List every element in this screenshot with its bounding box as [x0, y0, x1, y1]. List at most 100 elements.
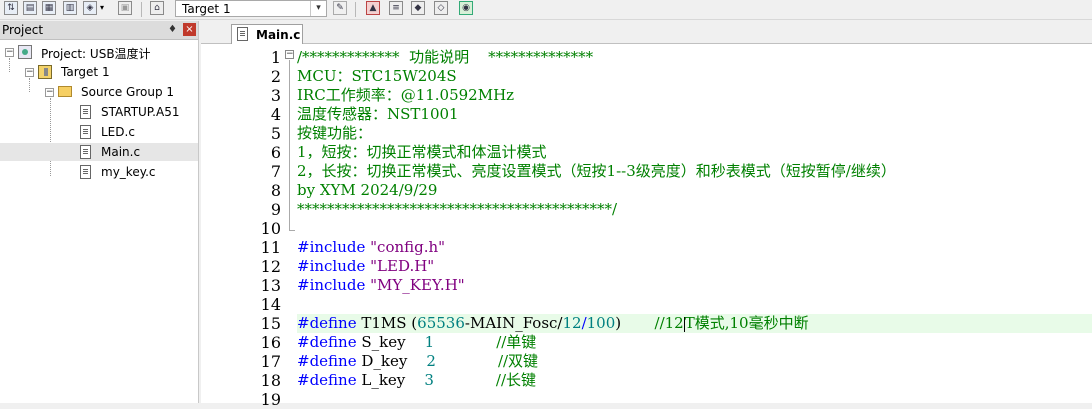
- line-number: 17: [260, 352, 281, 371]
- code-line: 温度传感器：NST1001: [297, 105, 1092, 124]
- collapse-icon[interactable]: −: [45, 88, 54, 97]
- code-line: by XYM 2024/9/29: [297, 181, 1092, 200]
- preprocessor-keyword: #define: [297, 371, 362, 389]
- number-literal: 65536: [417, 314, 465, 332]
- line-number: 6: [270, 143, 281, 162]
- file-icon: [80, 145, 91, 159]
- fold-guide: [289, 60, 290, 230]
- line-number: 19: [260, 390, 281, 409]
- comment-text: by XYM 2024/9/29: [297, 181, 438, 199]
- batch-build-icon[interactable]: ▥: [63, 1, 77, 15]
- tab-label: Main.c: [256, 28, 301, 42]
- load-dropdown-icon[interactable]: ▾: [100, 3, 104, 12]
- tree-item-label: Source Group 1: [81, 85, 175, 99]
- tree-item-project[interactable]: − Project: USB温度计: [0, 43, 198, 61]
- fold-guide-end: [289, 230, 295, 231]
- target-icon: [38, 65, 52, 79]
- comment-text: //单键: [496, 333, 537, 351]
- collapse-icon[interactable]: −: [25, 68, 34, 77]
- file-icon: [80, 165, 91, 179]
- target-options-icon[interactable]: ✎: [333, 1, 347, 15]
- download-icon[interactable]: ⌂: [150, 1, 164, 15]
- line-number: 3: [270, 86, 281, 105]
- manage-project-icon[interactable]: ▲: [366, 1, 380, 15]
- chevron-down-icon[interactable]: ▾: [310, 1, 326, 16]
- code-line: 1，短按：切换正常模式和体温计模式: [297, 143, 1092, 162]
- tree-item-label: my_key.c: [101, 165, 156, 179]
- code-line: 按键功能：: [297, 124, 1092, 143]
- translate-icon[interactable]: ⇅: [4, 1, 18, 15]
- file-icon: [237, 27, 248, 41]
- code-line: ****************************************…: [297, 200, 1092, 219]
- tree-item-file[interactable]: STARTUP.A51: [0, 103, 198, 121]
- folder-icon: [58, 86, 72, 97]
- tab-main-c[interactable]: Main.c: [231, 24, 303, 44]
- tree-item-file[interactable]: my_key.c: [0, 163, 198, 181]
- preprocessor-keyword: #include: [297, 276, 371, 294]
- comment-text: //12: [654, 314, 684, 332]
- project-panel-title: Project: [2, 23, 44, 37]
- line-number: 5: [270, 124, 281, 143]
- comment-text: 2，长按：切换正常模式、亮度设置模式（短按1--3级亮度）和秒表模式（短按暂停/…: [297, 162, 896, 180]
- line-number: 10: [260, 219, 281, 238]
- target-select[interactable]: Target 1 ▾: [175, 0, 327, 17]
- manage-runtime-icon[interactable]: ◉: [459, 1, 473, 15]
- code-line: #define L_key 3 //长键: [297, 371, 1092, 390]
- tree-item-file[interactable]: LED.c: [0, 123, 198, 141]
- file-icon: [80, 105, 91, 119]
- macro-name: D_key: [361, 352, 408, 370]
- toolbar-separator: [355, 2, 356, 17]
- target-select-value: Target 1: [182, 2, 231, 16]
- tree-item-label: LED.c: [101, 125, 135, 139]
- macro-name: T1MS (: [361, 314, 418, 332]
- file-icon: [80, 125, 91, 139]
- code-line: #include "config.h": [297, 238, 1092, 257]
- code-text-area[interactable]: /************* 功能说明 ************** MCU：S…: [297, 44, 1092, 403]
- comment-text: 1，短按：切换正常模式和体温计模式: [297, 143, 547, 161]
- line-number: 13: [260, 276, 281, 295]
- number-literal: 12: [562, 314, 582, 332]
- code-line: MCU：STC15W204S: [297, 67, 1092, 86]
- number-literal: 100: [586, 314, 616, 332]
- code-editor: Main.c 1 2 3 4 5 6 7 8 9 10 11 12 13 14 …: [201, 21, 1092, 409]
- macro-name: S_key: [361, 333, 406, 351]
- tree-item-label: Main.c: [101, 145, 141, 159]
- preprocessor-keyword: #define: [297, 333, 362, 351]
- build-icon[interactable]: ▤: [23, 1, 37, 15]
- preprocessor-keyword: #include: [297, 238, 371, 256]
- comment-text: IRC工作频率：@11.0592MHz: [297, 86, 515, 104]
- include-string: "config.h": [370, 238, 446, 256]
- file-extensions-icon[interactable]: ≡: [389, 1, 403, 15]
- comment-text: ****************************************…: [297, 200, 618, 218]
- number-literal: 1: [424, 333, 435, 351]
- project-panel: Project ♦ × − Project: USB温度计 − Target 1…: [0, 21, 199, 403]
- tab-strip: Main.c: [201, 21, 1092, 44]
- rebuild-icon[interactable]: ▦: [42, 1, 56, 15]
- tree-item-target[interactable]: − Target 1: [0, 63, 198, 81]
- line-number: 8: [270, 181, 281, 200]
- tree-item-source-group[interactable]: − Source Group 1: [0, 83, 198, 101]
- pack-installer-icon[interactable]: ◆: [411, 1, 425, 15]
- comment-text: //长键: [495, 371, 536, 389]
- project-icon: [18, 45, 32, 59]
- tree-item-file-selected[interactable]: Main.c: [0, 143, 198, 161]
- load-icon[interactable]: ◈: [83, 1, 97, 15]
- line-number: 16: [260, 333, 281, 352]
- pin-icon[interactable]: ♦: [168, 24, 177, 35]
- close-icon[interactable]: ×: [183, 23, 196, 36]
- line-number: 4: [270, 105, 281, 124]
- macro-name: L_key: [361, 371, 406, 389]
- fold-toggle-icon[interactable]: −: [285, 50, 294, 59]
- code-line: /************* 功能说明 **************: [297, 48, 1092, 67]
- tree-item-label: Target 1: [61, 65, 110, 79]
- line-number: 18: [260, 371, 281, 390]
- line-number: 7: [270, 162, 281, 181]
- stop-build-icon[interactable]: ▣: [118, 1, 132, 15]
- comment-text: 按键功能：: [297, 124, 373, 142]
- select-packs-icon[interactable]: ◇: [434, 1, 448, 15]
- collapse-icon[interactable]: −: [5, 48, 14, 57]
- line-number: 15: [260, 314, 281, 333]
